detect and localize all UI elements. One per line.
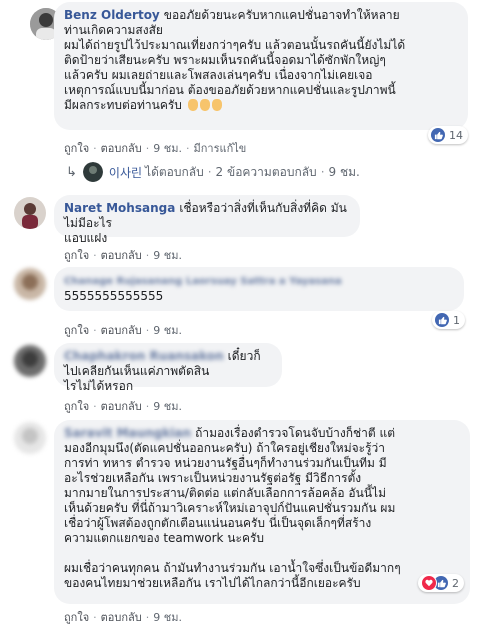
like-link[interactable]: ถูกใจ <box>64 142 89 155</box>
comment-line: เหตุการณ์แบบนี้มาก่อน ต้องขออภัยด้วยหากแ… <box>64 83 396 97</box>
comment-bubble: Chaphakron Ruansakon เดี๋ยวก็ไปเคลียกันเห… <box>54 343 282 393</box>
commenter-name[interactable]: Chaphakron Ruansakon <box>64 349 224 363</box>
comment-actions: ถูกใจ · ตอบกลับ · 9 ชม. · มีการแก้ไข <box>64 142 247 155</box>
comment-bubble: Benz Oldertoy ขออภัยด้วยนะครับหากแคปชั่นอ… <box>54 2 468 130</box>
reply-action: ได้ตอบกลับ <box>145 164 204 179</box>
timestamp[interactable]: 9 ชม. <box>153 324 182 337</box>
praying-hands-icon <box>186 98 222 112</box>
comment-actions: ถูกใจ · ตอบกลับ · 9 ชม. <box>64 611 182 624</box>
comment-line: ท่านเกิดความสงสัย <box>64 23 163 37</box>
reply-author[interactable]: 이사린 <box>109 164 142 181</box>
comment-line: เชื่อว่าผู้โพสต้องถูกตักเตือนแน่นอนครับ … <box>64 516 372 530</box>
like-icon <box>431 128 445 142</box>
comment-line: ขออภัยด้วยนะครับหากแคปชั่นอาจทำให้หลาย <box>163 8 400 22</box>
reply-count[interactable]: 2 ข้อความตอบกลับ <box>216 163 317 182</box>
timestamp[interactable]: 9 ชม. <box>153 249 182 262</box>
comment-line: อะไรช่วยเหลือกัน เพราะเป็นหน่วยงานรัฐต่อ… <box>64 471 362 485</box>
comment-bubble: Chanage Rujasanang Laorsuay Sattra a Yay… <box>54 267 464 311</box>
comment-actions: ถูกใจ · ตอบกลับ · 9 ชม. <box>64 249 182 262</box>
user-photo-icon <box>14 345 46 377</box>
commenter-name[interactable]: Naret Mohsanga <box>64 201 175 215</box>
reaction-count[interactable]: 1 <box>432 311 465 329</box>
timestamp[interactable]: 9 ชม. <box>153 142 182 155</box>
reply-link[interactable]: ตอบกลับ <box>101 142 142 155</box>
reply-link[interactable]: ตอบกลับ <box>101 400 142 413</box>
comment-line: 5555555555555 <box>64 289 164 303</box>
comment-line: ความแตกแยกของ teamwork นะครับ <box>64 531 265 545</box>
like-link[interactable]: ถูกใจ <box>64 400 89 413</box>
avatar[interactable] <box>14 268 46 300</box>
comment-line: ผมได้ถ่ายรูปไว้ประมาณเที่ยงกว่าๆครับ แล้… <box>64 38 406 52</box>
comment-actions: ถูกใจ · ตอบกลับ · 9 ชม. <box>64 400 182 413</box>
comment-line: ไรไม่ได้หรอก <box>64 379 134 393</box>
like-link[interactable]: ถูกใจ <box>64 324 89 337</box>
reply-link[interactable]: ตอบกลับ <box>101 249 142 262</box>
comment-line: มากมายในการประสาน/ติดต่อ แต่กลับเลือกการ… <box>64 486 386 500</box>
avatar[interactable] <box>14 345 46 377</box>
comment-bubble: Saravit Maungkian ถ้ามองเรื่องตำรวจโดนจับ… <box>54 420 470 604</box>
comment-bubble: Naret Mohsanga เชื่อหรือว่าสิ่งที่เห็นกับ… <box>54 195 360 245</box>
user-photo-icon <box>14 422 46 454</box>
user-photo-icon <box>14 268 46 300</box>
user-photo-icon <box>14 197 46 229</box>
comment-line: ติดป้ายว่าเสียนะครับ พราะผมเห็นรถคันนี้จ… <box>64 53 386 67</box>
comment-line: แอบแฝง <box>64 231 108 245</box>
commenter-name[interactable]: Chanage Rujasanang Laorsuay Sattra a Yay… <box>64 276 342 287</box>
comment-actions: ถูกใจ · ตอบกลับ · 9 ชม. <box>64 324 182 337</box>
like-link[interactable]: ถูกใจ <box>64 611 89 624</box>
reply-preview[interactable]: ↳ 이사린 ได้ตอบกลับ · 2 ข้อความตอบกลับ · 9 ชม… <box>66 162 360 182</box>
like-link[interactable]: ถูกใจ <box>64 249 89 262</box>
timestamp[interactable]: 9 ชม. <box>153 400 182 413</box>
reply-avatar <box>82 162 103 182</box>
reply-link[interactable]: ตอบกลับ <box>101 611 142 624</box>
reply-link[interactable]: ตอบกลับ <box>101 324 142 337</box>
reaction-number: 14 <box>449 128 463 142</box>
comment-line: เห็นด้วยครับ ที่นี่ถ้ามาวิเคราะห์ใหม่เอา… <box>64 501 396 515</box>
timestamp[interactable]: 9 ชม. <box>153 611 182 624</box>
avatar[interactable] <box>14 422 46 454</box>
comment-line: การท่า ทหาร ตำรวจ หน่วยงานรัฐอื่นๆก็ทำงา… <box>64 456 387 470</box>
reaction-count[interactable]: 14 <box>428 126 468 144</box>
commenter-name[interactable]: Saravit Maungkian <box>64 426 191 440</box>
like-icon <box>435 313 449 327</box>
comment-line: ถ้ามองเรื่องตำรวจโดนจับบ้างก็ช่าตี แต่ <box>195 426 395 440</box>
comment-line: แล้วครับ ผมเลยถ่ายและโพสลงเล่นๆครับ เนื่… <box>64 68 373 82</box>
reaction-number: 1 <box>453 313 460 327</box>
comment-line: มองอีกมุมนึง(ตัดแคปชั่นออกนะครับ) ถ้าใคร… <box>64 441 386 455</box>
reply-arrow-icon: ↳ <box>66 164 77 180</box>
edited-label[interactable]: มีการแก้ไข <box>193 142 246 155</box>
avatar[interactable] <box>14 197 46 229</box>
reaction-number: 2 <box>452 576 459 590</box>
reply-time: 9 ชม. <box>328 164 360 179</box>
comment-line: ผมเชื่อว่าคนทุกคน ถ้ามันทำงานร่วมกัน เอา… <box>64 561 401 575</box>
commenter-name[interactable]: Benz Oldertoy <box>64 8 160 22</box>
comment-line: มีผลกระทบต่อท่านครับ <box>64 98 182 112</box>
comment-line: ของคนไทยมาช่วยเหลือกัน เราไปได้ไกลกว่านี… <box>64 576 361 590</box>
reaction-count[interactable]: 2 <box>418 574 464 592</box>
heart-icon <box>421 575 437 591</box>
